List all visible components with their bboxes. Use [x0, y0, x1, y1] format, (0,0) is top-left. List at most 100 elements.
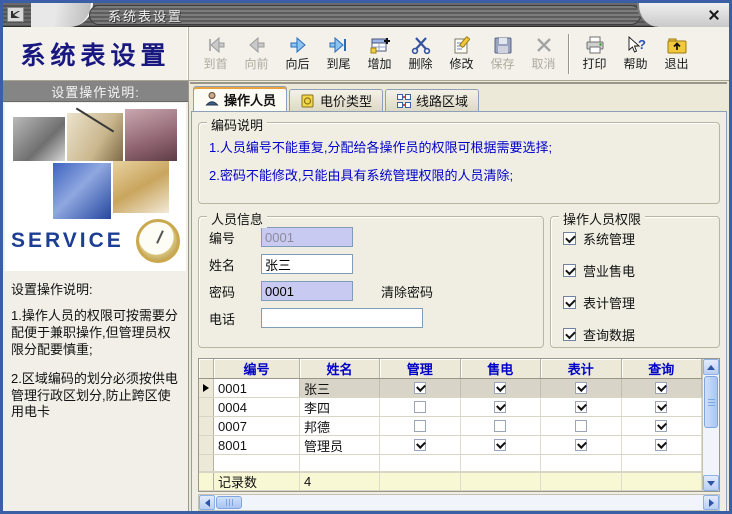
grid-checkbox[interactable]	[575, 439, 587, 451]
exit-button[interactable]: 退出	[656, 30, 697, 78]
query-label: 查询数据	[583, 325, 635, 344]
phone-field-label: 电话	[209, 309, 261, 328]
password-field[interactable]	[261, 281, 353, 301]
horizontal-scrollbar[interactable]	[198, 494, 720, 511]
name-column-header[interactable]: 姓名	[300, 359, 380, 378]
app-logo-icon	[7, 7, 24, 22]
grid-checkbox[interactable]	[494, 382, 506, 394]
add-label: 增加	[367, 55, 391, 72]
add-icon	[368, 36, 392, 54]
vertical-scrollbar[interactable]	[702, 359, 719, 491]
system-admin-checkbox[interactable]	[563, 232, 576, 245]
sales-label: 营业售电	[583, 261, 635, 280]
exit-label: 退出	[664, 55, 688, 72]
grid-checkbox[interactable]	[575, 401, 587, 413]
add-button[interactable]: 增加	[359, 30, 400, 78]
tab-price-types[interactable]: 电价类型	[289, 89, 383, 111]
grid-footer-row: 记录数 4	[199, 472, 702, 491]
table-row[interactable]: 0007 邦德	[199, 417, 702, 436]
sales-checkbox[interactable]	[563, 264, 576, 277]
code-column-header[interactable]: 编号	[214, 359, 300, 378]
save-button: 保存	[482, 30, 523, 78]
sales-column-header[interactable]: 售电	[461, 359, 542, 378]
row-name: 李四	[300, 398, 380, 416]
delete-button[interactable]: 删除	[400, 30, 441, 78]
operator-icon	[204, 91, 220, 107]
tab-bar: 操作人员 电价类型 线路区域	[189, 86, 729, 111]
help-button[interactable]: ? 帮助	[615, 30, 656, 78]
table-row[interactable]: 0001 张三	[199, 379, 702, 398]
scroll-right-icon[interactable]	[703, 495, 719, 510]
permission-item: 表计管理	[563, 293, 719, 312]
tab-panel: 编码说明 1.人员编号不能重复,分配给各操作员的权限可根据需要选择; 2.密码不…	[191, 111, 727, 514]
photo-tile	[67, 113, 123, 161]
line-area-icon	[396, 93, 412, 109]
header-row: 系统表设置 到首 向前 向后	[3, 27, 729, 81]
query-checkbox[interactable]	[563, 328, 576, 341]
previous-icon	[245, 36, 269, 54]
vertical-scroll-thumb[interactable]	[704, 376, 718, 428]
photo-tile	[53, 163, 111, 219]
scroll-down-icon[interactable]	[703, 475, 719, 491]
scroll-up-icon[interactable]	[703, 359, 719, 375]
grid-checkbox[interactable]	[575, 420, 587, 432]
close-icon[interactable]	[705, 7, 723, 23]
svg-text:?: ?	[638, 37, 646, 52]
grid-checkbox[interactable]	[494, 401, 506, 413]
vertical-scroll-track[interactable]	[703, 429, 719, 475]
system-admin-label: 系统管理	[583, 229, 635, 248]
grid-checkbox[interactable]	[414, 382, 426, 394]
row-code: 0001	[214, 379, 300, 397]
grid-header: 编号 姓名 管理 售电 表计 查询	[199, 359, 702, 379]
grid-checkbox[interactable]	[655, 420, 667, 432]
app-window: 系统表设置 系统表设置 到首 向前	[0, 0, 732, 514]
selector-column-header	[199, 359, 214, 378]
password-field-label: 密码	[209, 282, 261, 301]
meter-checkbox[interactable]	[563, 296, 576, 309]
print-icon	[583, 36, 607, 54]
tab-line-areas[interactable]: 线路区域	[385, 89, 479, 111]
name-field[interactable]	[261, 254, 353, 274]
sidebar-notes-title: 设置操作说明:	[11, 279, 182, 298]
operator-grid: 编号 姓名 管理 售电 表计 查询 0001 张三	[198, 358, 720, 492]
tab-operators[interactable]: 操作人员	[193, 86, 287, 111]
row-name: 邦德	[300, 417, 380, 435]
query-column-header[interactable]: 查询	[622, 359, 703, 378]
coding-notes-group: 编码说明 1.人员编号不能重复,分配给各操作员的权限可根据需要选择; 2.密码不…	[198, 122, 720, 204]
modify-button[interactable]: 修改	[441, 30, 482, 78]
tab-line-areas-label: 线路区域	[416, 91, 468, 110]
table-row[interactable]: 8001 管理员	[199, 436, 702, 455]
coding-notes-title: 编码说明	[207, 115, 267, 134]
meter-column-header[interactable]: 表计	[541, 359, 622, 378]
clear-password-button[interactable]: 清除密码	[381, 282, 433, 301]
tab-price-types-label: 电价类型	[320, 91, 372, 110]
grid-checkbox[interactable]	[655, 401, 667, 413]
delete-icon	[409, 36, 433, 54]
phone-field[interactable]	[261, 308, 423, 328]
grid-checkbox[interactable]	[414, 420, 426, 432]
page-title: 系统表设置	[20, 36, 170, 72]
next-button[interactable]: 向后	[277, 30, 318, 78]
scroll-left-icon[interactable]	[199, 495, 215, 510]
grid-checkbox[interactable]	[494, 420, 506, 432]
goto-last-label: 到尾	[326, 55, 350, 72]
toolbar: 到首 向前 向后 到尾	[189, 27, 729, 80]
grid-checkbox[interactable]	[494, 439, 506, 451]
grid-checkbox[interactable]	[655, 439, 667, 451]
sidebar-note: 1.操作人员的权限可按需要分配便于兼职操作,但管理员权限分配要慎重;	[11, 308, 182, 359]
permission-item: 营业售电	[563, 261, 719, 280]
permission-item: 系统管理	[563, 229, 719, 248]
save-icon	[491, 36, 515, 54]
grid-checkbox[interactable]	[655, 382, 667, 394]
grid-checkbox[interactable]	[414, 401, 426, 413]
table-row[interactable]: 0004 李四	[199, 398, 702, 417]
horizontal-scroll-thumb[interactable]	[216, 496, 242, 509]
admin-column-header[interactable]: 管理	[380, 359, 461, 378]
print-button[interactable]: 打印	[574, 30, 615, 78]
goto-first-button: 到首	[195, 30, 236, 78]
goto-last-button[interactable]: 到尾	[318, 30, 359, 78]
record-count-label: 记录数	[214, 473, 300, 490]
person-info-group: 人员信息 编号 姓名 密码 清除密码	[198, 216, 544, 348]
grid-checkbox[interactable]	[414, 439, 426, 451]
grid-checkbox[interactable]	[575, 382, 587, 394]
